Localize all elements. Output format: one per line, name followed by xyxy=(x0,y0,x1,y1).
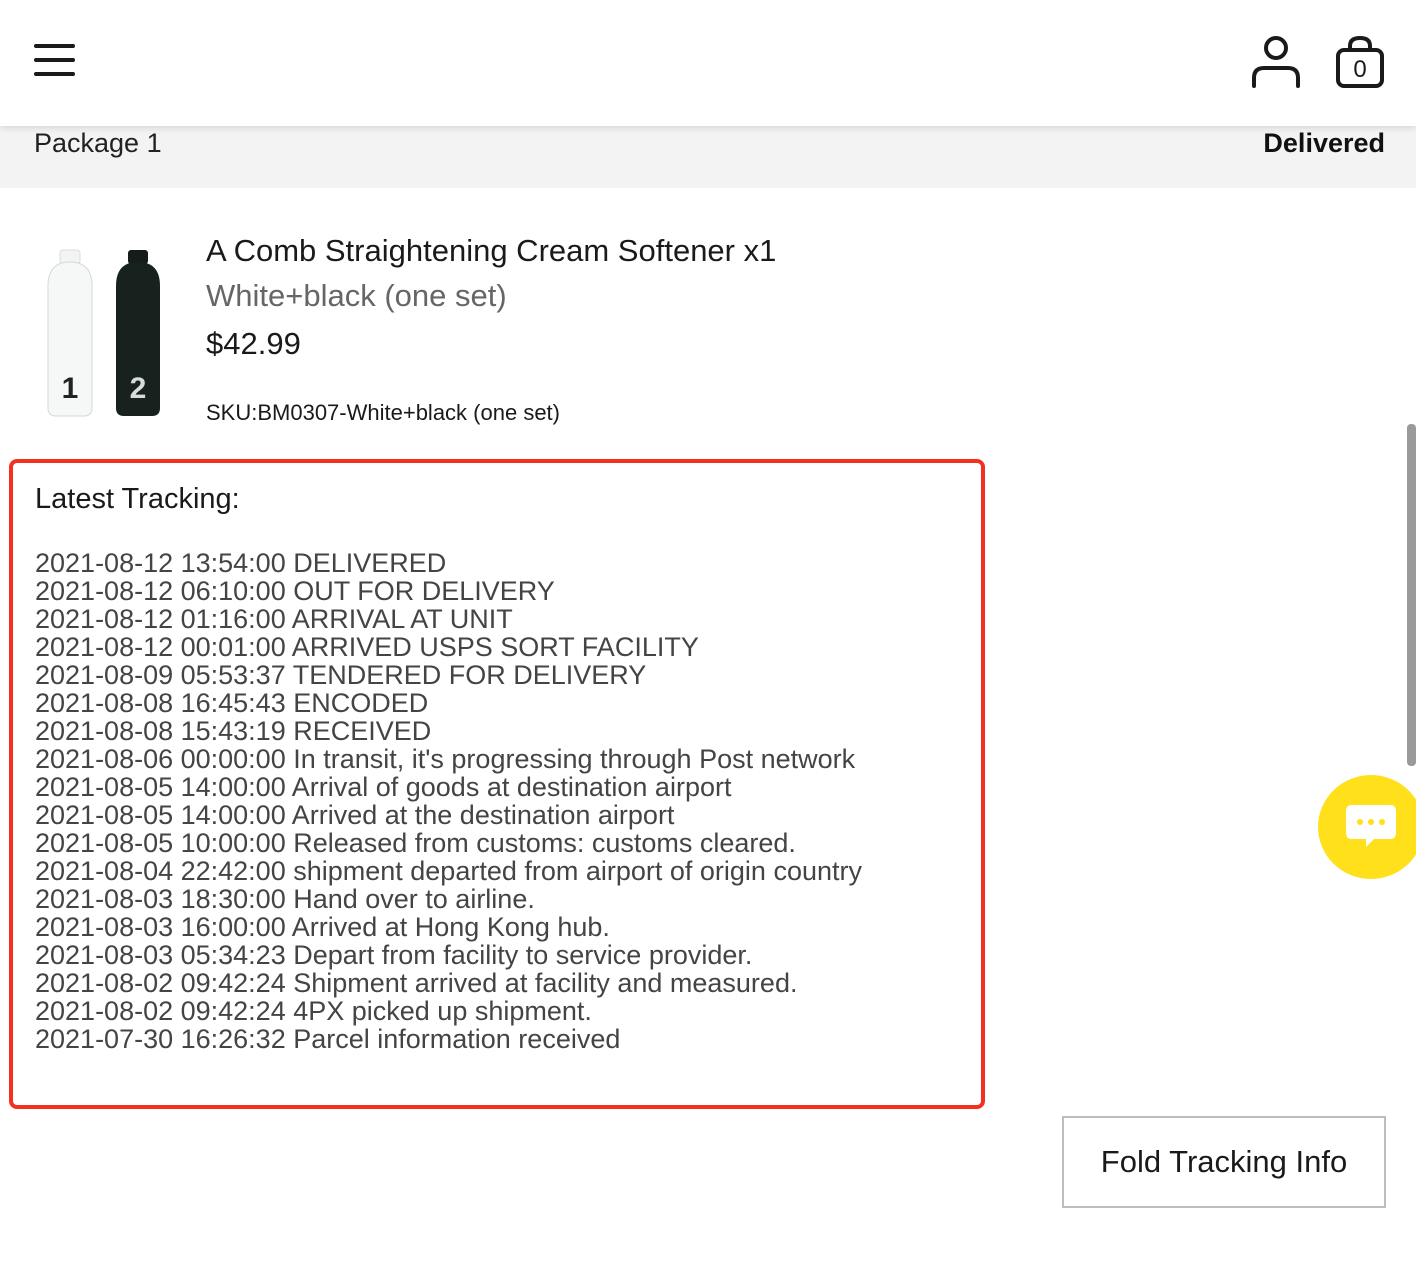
tracking-event: 2021-08-06 00:00:00 In transit, it's pro… xyxy=(35,744,856,774)
tracking-event: 2021-08-12 01:16:00 ARRIVAL AT UNIT xyxy=(35,604,513,634)
product-image: 1 2 xyxy=(40,248,170,423)
tracking-event: 2021-08-08 16:45:43 ENCODED xyxy=(35,688,429,718)
site-header: 0 xyxy=(0,0,1416,126)
tracking-event: 2021-08-05 14:00:00 Arrival of goods at … xyxy=(35,772,732,802)
tracking-event: 2021-08-09 05:53:37 TENDERED FOR DELIVER… xyxy=(35,660,647,690)
chat-button[interactable] xyxy=(1318,775,1416,879)
product-name[interactable]: A Comb Straightening Cream Softener x1 xyxy=(206,233,776,269)
page-scrollbar[interactable] xyxy=(1407,424,1416,766)
tracking-event: 2021-08-03 05:34:23 Depart from facility… xyxy=(35,940,753,970)
package-status: Delivered xyxy=(1263,128,1385,158)
tracking-event: 2021-08-02 09:42:24 4PX picked up shipme… xyxy=(35,996,592,1026)
tracking-event: 2021-08-02 09:42:24 Shipment arrived at … xyxy=(35,968,798,998)
cart-button[interactable]: 0 xyxy=(1334,34,1386,90)
cart-count-badge: 0 xyxy=(1353,56,1367,83)
tracking-panel: Latest Tracking: 2021-08-12 13:54:00 DEL… xyxy=(9,459,985,1109)
tracking-event: 2021-08-12 13:54:00 DELIVERED xyxy=(35,548,447,578)
tracking-event: 2021-08-08 15:43:19 RECEIVED xyxy=(35,716,432,746)
tracking-event: 2021-08-05 14:00:00 Arrived at the desti… xyxy=(35,800,675,830)
tracking-event: 2021-08-12 06:10:00 OUT FOR DELIVERY xyxy=(35,576,555,606)
product-sku: SKU:BM0307-White+black (one set) xyxy=(206,400,560,425)
tracking-event: 2021-08-03 18:30:00 Hand over to airline… xyxy=(35,884,535,914)
tracking-event: 2021-08-04 22:42:00 shipment departed fr… xyxy=(35,856,862,886)
tracking-title: Latest Tracking: xyxy=(35,483,240,515)
svg-text:2: 2 xyxy=(130,372,147,405)
user-icon[interactable] xyxy=(1248,34,1304,90)
fold-tracking-button[interactable]: Fold Tracking Info xyxy=(1062,1116,1386,1208)
tracking-event: 2021-08-05 10:00:00 Released from custom… xyxy=(35,828,796,858)
package-title: Package 1 xyxy=(34,128,162,158)
product-variant: White+black (one set) xyxy=(206,278,507,313)
tracking-event: 2021-08-12 00:01:00 ARRIVED USPS SORT FA… xyxy=(35,632,699,662)
package-header: Package 1 Delivered xyxy=(0,126,1416,188)
hamburger-menu-icon[interactable] xyxy=(34,44,76,78)
tracking-event: 2021-07-30 16:26:32 Parcel information r… xyxy=(35,1024,621,1054)
chat-icon xyxy=(1346,805,1396,847)
svg-text:1: 1 xyxy=(62,372,79,405)
tracking-event: 2021-08-03 16:00:00 Arrived at Hong Kong… xyxy=(35,912,610,942)
tracking-event-list: 2021-08-12 13:54:00 DELIVERED 2021-08-12 … xyxy=(35,549,862,1053)
product-price: $42.99 xyxy=(206,326,301,361)
